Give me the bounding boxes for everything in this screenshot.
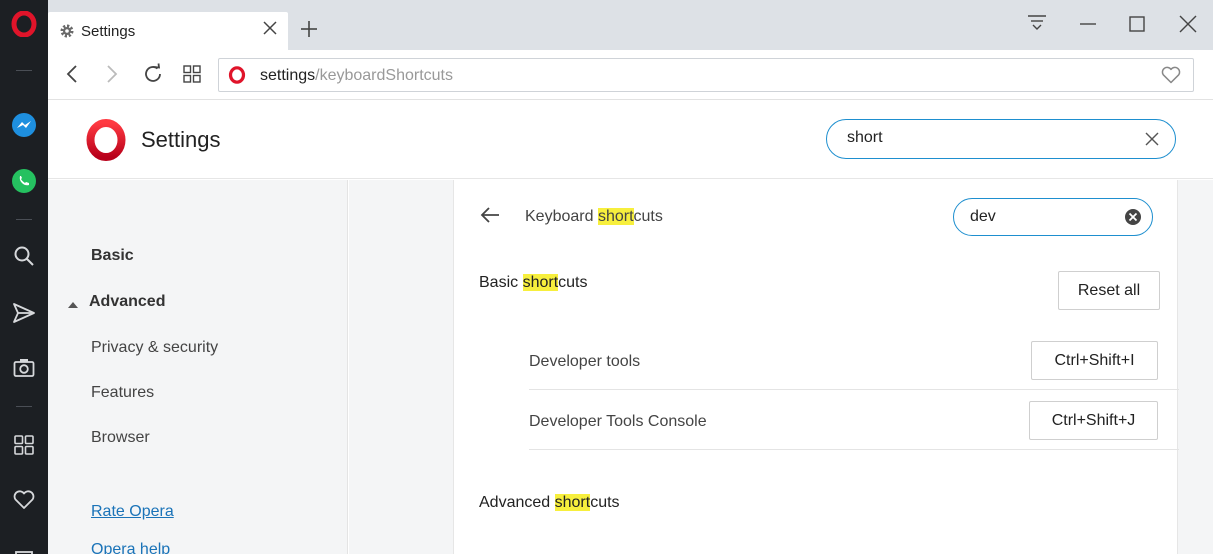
url-host: settings	[260, 67, 316, 84]
shortcuts-search[interactable]	[953, 198, 1153, 236]
nav-item-advanced[interactable]: Advanced	[89, 293, 165, 311]
url-text: settings/keyboardShortcuts	[260, 67, 453, 85]
arrow-left-icon[interactable]	[480, 206, 500, 229]
close-icon[interactable]	[1145, 132, 1159, 151]
rate-opera-link[interactable]: Rate Opera	[91, 503, 174, 521]
nav-item-features[interactable]: Features	[91, 384, 154, 402]
reload-icon[interactable]	[142, 63, 164, 90]
heart-icon[interactable]	[0, 484, 48, 516]
section-suffix: cuts	[558, 274, 588, 291]
close-icon[interactable]	[262, 20, 278, 41]
tab-menu-icon[interactable]	[1027, 14, 1047, 37]
nav-item-browser[interactable]: Browser	[91, 429, 150, 447]
advanced-shortcuts-heading: Advanced shortcuts	[479, 494, 620, 512]
basic-shortcuts-heading: Basic shortcuts	[479, 274, 588, 292]
search-highlight: short	[522, 274, 559, 291]
breadcrumb-prefix: Keyboard	[525, 208, 598, 225]
search-highlight: short	[554, 494, 591, 511]
settings-nav: Basic Advanced Privacy & security Featur…	[48, 180, 348, 554]
nav-item-privacy[interactable]: Privacy & security	[91, 339, 218, 357]
search-icon[interactable]	[0, 240, 48, 272]
opera-help-link[interactable]: Opera help	[91, 541, 170, 554]
section-prefix: Basic	[479, 274, 523, 291]
speed-dial-icon[interactable]	[0, 429, 48, 461]
clear-search-icon[interactable]	[1124, 208, 1142, 231]
settings-search-input[interactable]	[847, 129, 1127, 147]
plus-icon[interactable]	[300, 20, 318, 43]
back-icon[interactable]	[65, 64, 79, 89]
opera-sidebar	[0, 0, 48, 554]
opera-logo-icon	[228, 66, 246, 89]
tab-strip: Settings	[48, 0, 1213, 50]
breadcrumb-suffix: cuts	[633, 208, 663, 225]
url-path: /keyboardShortcuts	[315, 67, 453, 84]
opera-logo-icon	[86, 119, 126, 166]
shortcut-name: Developer tools	[529, 353, 641, 370]
content-gutter	[349, 180, 453, 554]
row-divider	[529, 389, 1179, 390]
search-highlight: short	[597, 208, 634, 225]
minimize-icon[interactable]	[1079, 17, 1097, 35]
section-suffix: cuts	[590, 494, 620, 511]
keyboard-shortcuts-card: Keyboard shortcuts Basic shortcuts Reset…	[453, 180, 1179, 554]
settings-header: Settings	[48, 100, 1213, 179]
opera-logo-icon[interactable]	[0, 8, 48, 40]
send-icon[interactable]	[0, 297, 48, 329]
messenger-icon[interactable]	[0, 109, 48, 141]
window-close-icon[interactable]	[1179, 15, 1197, 38]
settings-search[interactable]	[826, 119, 1176, 159]
tab-settings[interactable]: Settings	[48, 12, 288, 50]
bookmark-heart-icon[interactable]	[1161, 66, 1181, 89]
nav-item-basic[interactable]: Basic	[91, 247, 134, 265]
address-toolbar: settings/keyboardShortcuts	[48, 50, 1213, 100]
gear-icon	[59, 23, 75, 39]
address-bar[interactable]: settings/keyboardShortcuts	[218, 58, 1194, 92]
tab-title: Settings	[81, 22, 136, 40]
camera-icon[interactable]	[0, 352, 48, 384]
forward-icon[interactable]	[105, 64, 119, 89]
shortcut-keys-button[interactable]: Ctrl+Shift+I	[1031, 341, 1158, 380]
maximize-icon[interactable]	[1129, 16, 1145, 37]
shortcut-name: Developer Tools Console	[529, 413, 707, 430]
tabs-grid-icon[interactable]	[183, 65, 201, 88]
page-title: Settings	[141, 127, 221, 152]
collapse-triangle-icon[interactable]	[68, 296, 78, 314]
breadcrumb: Keyboard shortcuts	[525, 208, 663, 226]
section-prefix: Advanced	[479, 494, 555, 511]
row-divider	[529, 449, 1179, 450]
history-icon[interactable]	[0, 538, 48, 554]
reset-all-button[interactable]: Reset all	[1058, 271, 1160, 310]
whatsapp-icon[interactable]	[0, 165, 48, 197]
content-gutter-right	[1178, 180, 1213, 554]
shortcut-keys-button[interactable]: Ctrl+Shift+J	[1029, 401, 1158, 440]
shortcuts-search-input[interactable]	[970, 208, 1110, 226]
